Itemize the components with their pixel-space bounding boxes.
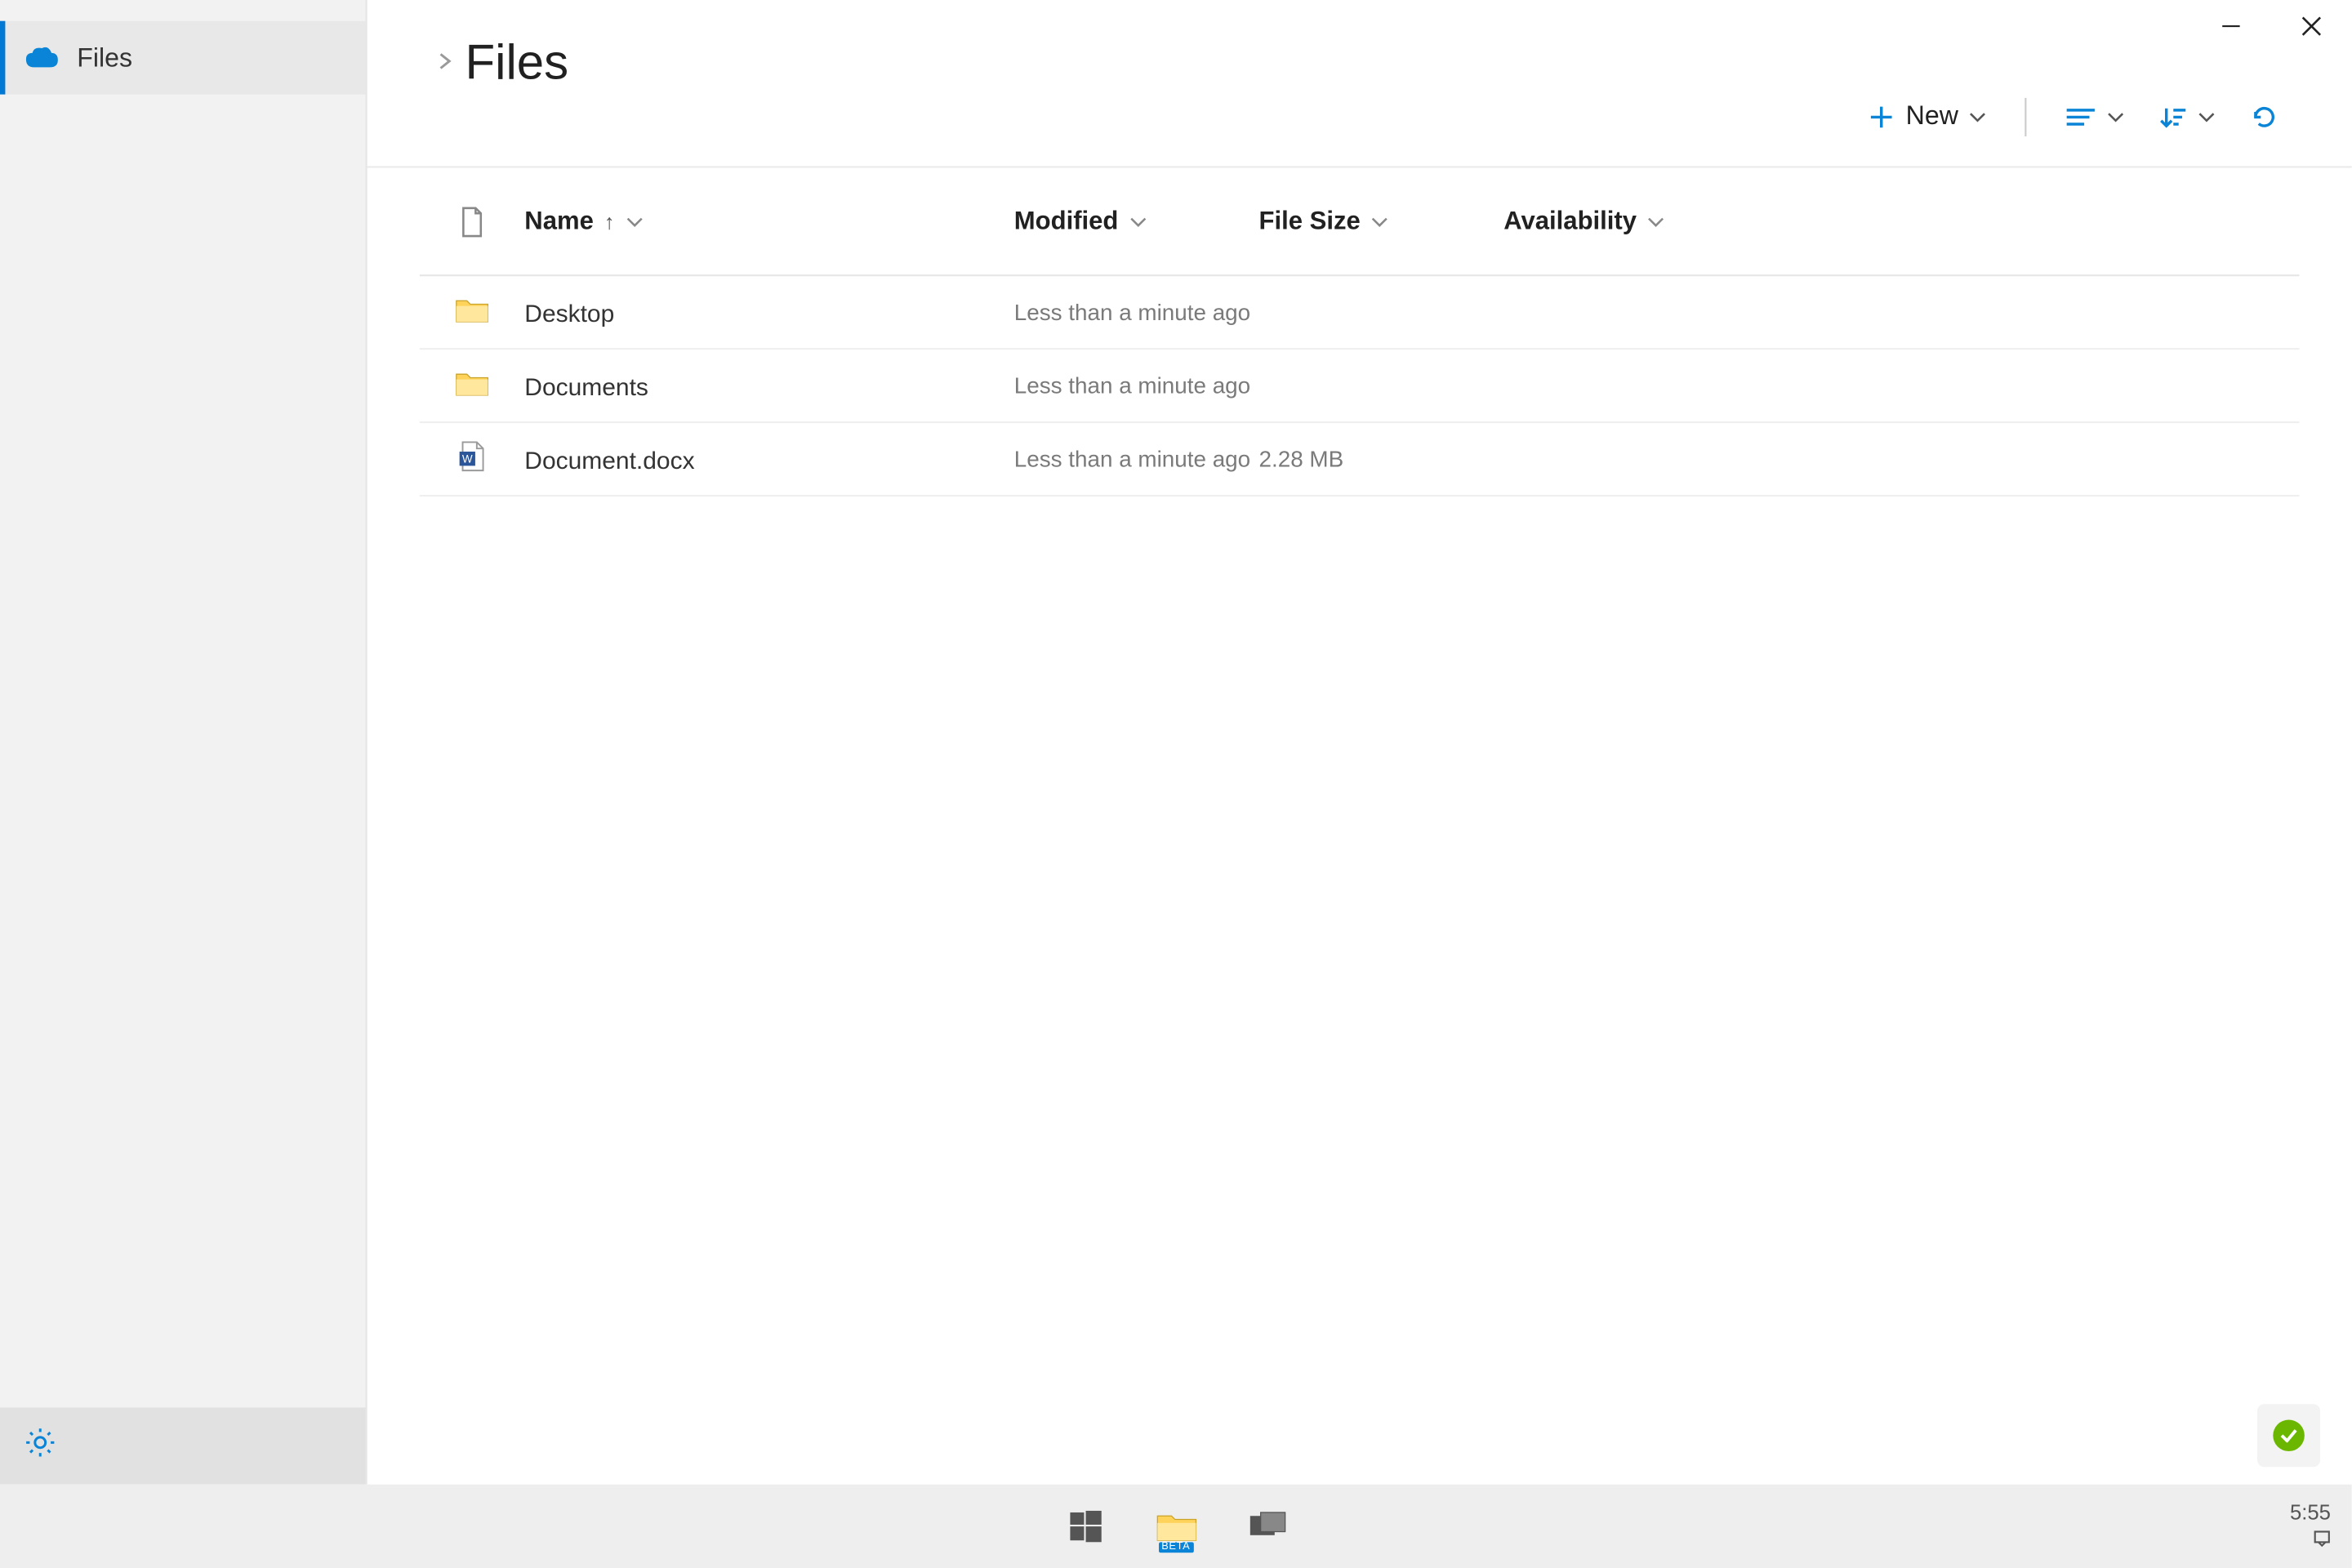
file-name: Desktop bbox=[524, 298, 614, 326]
file-modified: Less than a minute ago bbox=[1014, 299, 1250, 325]
notification-tray-icon[interactable] bbox=[2314, 1528, 2331, 1552]
new-button[interactable]: New bbox=[1853, 91, 2000, 141]
sidebar-footer bbox=[0, 1408, 365, 1485]
column-header-availability-label: Availability bbox=[1503, 207, 1637, 235]
file-type-icon bbox=[460, 206, 484, 238]
taskbar-right: 5:55 bbox=[2290, 1500, 2331, 1552]
taskbar-center: BETA bbox=[1062, 1503, 1290, 1549]
onedrive-cloud-icon bbox=[24, 40, 60, 75]
chevron-down-icon bbox=[1647, 209, 1664, 234]
word-doc-icon: W bbox=[455, 441, 490, 478]
sidebar: Files bbox=[0, 0, 368, 1485]
column-header-size[interactable]: File Size bbox=[1259, 207, 1504, 235]
chevron-down-icon bbox=[1129, 209, 1146, 234]
main-content: Files New bbox=[368, 0, 2352, 1485]
column-header-size-label: File Size bbox=[1259, 207, 1361, 235]
file-row[interactable]: Documents Less than a minute ago bbox=[420, 350, 2300, 423]
header-row: Files bbox=[368, 0, 2352, 91]
sidebar-item-label: Files bbox=[77, 42, 132, 72]
taskbar: BETA 5:55 bbox=[0, 1485, 2352, 1568]
taskbar-task-view[interactable] bbox=[1244, 1503, 1290, 1549]
view-mode-button[interactable] bbox=[2051, 94, 2138, 140]
file-size: 2.28 MB bbox=[1259, 446, 1344, 472]
chevron-down-icon bbox=[1969, 109, 1986, 123]
breadcrumb-chevron-icon[interactable] bbox=[437, 49, 454, 77]
file-row[interactable]: W Document.docx Less than a minute ago 2.28… bbox=[420, 423, 2300, 497]
sync-ok-icon bbox=[2273, 1419, 2305, 1451]
folder-icon bbox=[455, 294, 490, 331]
file-name: Document.docx bbox=[524, 445, 694, 473]
beta-badge: BETA bbox=[1158, 1542, 1194, 1552]
taskbar-file-explorer[interactable]: BETA bbox=[1153, 1503, 1199, 1549]
chevron-down-icon bbox=[2107, 109, 2124, 123]
chevron-down-icon bbox=[625, 209, 642, 234]
sort-button[interactable] bbox=[2145, 94, 2230, 140]
page-title: Files bbox=[466, 35, 569, 91]
file-area: Name ↑ Modified File Size Availability bbox=[368, 168, 2352, 497]
column-headers: Name ↑ Modified File Size Availability bbox=[420, 168, 2300, 277]
column-header-modified-label: Modified bbox=[1014, 207, 1119, 235]
file-modified: Less than a minute ago bbox=[1014, 372, 1250, 399]
new-button-label: New bbox=[1906, 101, 1958, 131]
chevron-down-icon bbox=[2198, 109, 2215, 123]
settings-icon[interactable] bbox=[24, 1426, 56, 1466]
toolbar: New bbox=[368, 91, 2352, 166]
file-rows-container: Desktop Less than a minute ago Documents Le… bbox=[420, 276, 2300, 497]
chevron-down-icon bbox=[1371, 209, 1388, 234]
toolbar-separator bbox=[2025, 97, 2026, 136]
sync-status-chip[interactable] bbox=[2257, 1404, 2320, 1467]
file-name: Documents bbox=[524, 372, 648, 399]
onedrive-window: Files Files New bbox=[0, 0, 2352, 1485]
file-modified: Less than a minute ago bbox=[1014, 446, 1250, 472]
file-row[interactable]: Desktop Less than a minute ago bbox=[420, 276, 2300, 350]
column-header-name-label: Name bbox=[524, 207, 594, 235]
column-header-name[interactable]: Name ↑ bbox=[524, 207, 1013, 235]
svg-text:W: W bbox=[462, 453, 473, 466]
column-header-modified[interactable]: Modified bbox=[1014, 207, 1259, 235]
sort-ascending-icon: ↑ bbox=[604, 209, 615, 234]
taskbar-clock[interactable]: 5:55 bbox=[2290, 1500, 2331, 1525]
refresh-button[interactable] bbox=[2236, 91, 2292, 140]
sidebar-item-files[interactable]: Files bbox=[0, 21, 365, 95]
column-header-availability[interactable]: Availability bbox=[1503, 207, 1784, 235]
sidebar-nav-list: Files bbox=[0, 0, 365, 1408]
column-header-type[interactable] bbox=[420, 206, 524, 238]
folder-icon bbox=[455, 368, 490, 404]
start-button[interactable] bbox=[1062, 1503, 1108, 1549]
